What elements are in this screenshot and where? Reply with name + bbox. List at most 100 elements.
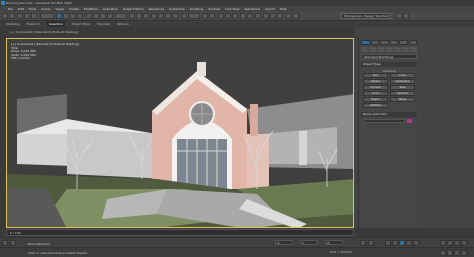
- helpers-icon[interactable]: [393, 47, 401, 52]
- maximize-viewport-icon[interactable]: [461, 240, 467, 246]
- material-editor-icon[interactable]: [255, 13, 261, 19]
- time-slider[interactable]: 0 / 100: [6, 229, 354, 236]
- viewport-scene: [7, 39, 353, 227]
- sphere-button[interactable]: Sphere: [363, 79, 388, 84]
- camera-viewport[interactable]: [+] [Camera01] [Standard] [Default Shadi…: [6, 38, 354, 228]
- command-panel: Standard Primitives Object Type AutoGrid…: [358, 38, 418, 228]
- roll-camera-icon[interactable]: [454, 250, 460, 256]
- percent-snap-icon[interactable]: [165, 13, 171, 19]
- tube-button[interactable]: Tube: [390, 85, 415, 90]
- selection-status: None Selected: [28, 242, 50, 246]
- geosphere-button[interactable]: GeoSphere: [390, 79, 415, 84]
- display-tab-icon[interactable]: [399, 40, 408, 45]
- torus-button[interactable]: Torus: [363, 91, 388, 96]
- hierarchy-tab-icon[interactable]: [380, 40, 389, 45]
- named-selection-sets-dropdown[interactable]: [188, 13, 200, 19]
- render-in-cloud-icon[interactable]: [286, 13, 292, 19]
- geometry-icon[interactable]: [361, 47, 369, 52]
- utilities-tab-icon[interactable]: [408, 40, 417, 45]
- viewport-label[interactable]: [+] [Camera01] [Standard] [Default Shadi…: [11, 42, 79, 46]
- pan-icon[interactable]: [447, 240, 453, 246]
- redo-icon[interactable]: [9, 13, 15, 19]
- placement-icon[interactable]: [107, 13, 113, 19]
- ribbon-toggle-icon[interactable]: [232, 13, 238, 19]
- textplus-button[interactable]: TextPlus: [363, 103, 388, 108]
- render-production-icon[interactable]: [277, 13, 283, 19]
- snaps-toggle-icon[interactable]: [151, 13, 157, 19]
- lights-icon[interactable]: [377, 47, 385, 52]
- motion-tab-icon[interactable]: [389, 40, 398, 45]
- object-color-swatch[interactable]: [407, 119, 412, 123]
- rectangular-selection-icon[interactable]: [70, 13, 76, 19]
- undo-icon[interactable]: [2, 13, 8, 19]
- rendered-frame-window-icon[interactable]: [270, 13, 276, 19]
- x-coordinate-field[interactable]: X:: [275, 240, 293, 245]
- orbit-icon[interactable]: [454, 240, 460, 246]
- select-rotate-icon[interactable]: [93, 13, 99, 19]
- link-icon[interactable]: [17, 13, 23, 19]
- y-coordinate-field[interactable]: Y:: [300, 240, 318, 245]
- scene-explorer-icon[interactable]: [218, 13, 224, 19]
- schematic-view-icon[interactable]: [247, 13, 253, 19]
- set-key-button[interactable]: [368, 240, 374, 246]
- cylinder-button[interactable]: Cylinder: [363, 85, 388, 90]
- reference-coordinate-dropdown[interactable]: [115, 13, 127, 19]
- align-icon[interactable]: [209, 13, 215, 19]
- prompt-line: Click or click-and-drag to select object…: [28, 251, 88, 255]
- curve-editor-icon[interactable]: [240, 13, 246, 19]
- selection-lock-icon[interactable]: [10, 240, 16, 246]
- status-bar-top: [0, 237, 474, 247]
- cameras-icon[interactable]: [385, 47, 393, 52]
- field-of-view-icon[interactable]: [440, 250, 446, 256]
- primitive-type-dropdown[interactable]: Standard Primitives: [361, 54, 417, 59]
- object-type-buttons: Box Cone Sphere GeoSphere Cylinder Tube …: [363, 73, 415, 108]
- select-object-icon[interactable]: [56, 13, 62, 19]
- object-name-input[interactable]: [363, 119, 405, 123]
- space-warps-icon[interactable]: [401, 47, 409, 52]
- go-to-end-icon[interactable]: [413, 240, 419, 246]
- previous-frame-icon[interactable]: [392, 240, 398, 246]
- stats-fps: FPS: Inactive: [11, 56, 31, 61]
- go-to-start-icon[interactable]: [385, 240, 391, 246]
- layer-explorer-icon[interactable]: [225, 13, 231, 19]
- workspace-dropdown[interactable]: Workspaces: Design Standard: [341, 13, 391, 19]
- mirror-icon[interactable]: [202, 13, 208, 19]
- plane-button[interactable]: Plane: [390, 97, 415, 102]
- keyboard-shortcut-icon[interactable]: [143, 13, 149, 19]
- systems-icon[interactable]: [409, 47, 417, 52]
- a360-gallery-icon[interactable]: [293, 13, 299, 19]
- window-title: Ground_plan.max - Autodesk 3ds Max 2022: [6, 1, 72, 5]
- create-tab-icon[interactable]: [361, 40, 370, 45]
- spinner-snap-icon[interactable]: [172, 13, 178, 19]
- project-folder-icon[interactable]: [396, 13, 402, 19]
- pyramid-button[interactable]: Pyramid: [390, 91, 415, 96]
- select-scale-icon[interactable]: [100, 13, 106, 19]
- select-move-icon[interactable]: [86, 13, 92, 19]
- auto-key-button[interactable]: [360, 240, 366, 246]
- select-by-name-icon[interactable]: [63, 13, 69, 19]
- next-frame-icon[interactable]: [406, 240, 412, 246]
- object-type-rollout[interactable]: Object Type: [361, 62, 417, 67]
- zoom-icon[interactable]: [440, 240, 446, 246]
- edit-named-selection-icon[interactable]: [181, 13, 187, 19]
- maxscript-listener-icon[interactable]: [2, 240, 8, 246]
- maximize-toggle-icon[interactable]: [461, 250, 467, 256]
- unlink-icon[interactable]: [24, 13, 30, 19]
- z-coordinate-field[interactable]: Z:: [325, 240, 343, 245]
- window-crossing-icon[interactable]: [77, 13, 83, 19]
- sign-in-icon[interactable]: [403, 13, 409, 19]
- walk-through-icon[interactable]: [447, 250, 453, 256]
- play-icon[interactable]: [399, 240, 405, 246]
- teapot-button[interactable]: Teapot: [363, 97, 388, 102]
- bind-space-warp-icon[interactable]: [31, 13, 37, 19]
- render-setup-icon[interactable]: [263, 13, 269, 19]
- pivot-center-icon[interactable]: [129, 13, 135, 19]
- select-manipulate-icon[interactable]: [136, 13, 142, 19]
- cone-button[interactable]: Cone: [390, 73, 415, 78]
- shapes-icon[interactable]: [369, 47, 377, 52]
- modify-tab-icon[interactable]: [370, 40, 379, 45]
- selection-filter-dropdown[interactable]: [40, 13, 54, 19]
- name-and-color-rollout[interactable]: Name and Color: [361, 112, 417, 117]
- angle-snap-icon[interactable]: [158, 13, 164, 19]
- box-button[interactable]: Box: [363, 73, 388, 78]
